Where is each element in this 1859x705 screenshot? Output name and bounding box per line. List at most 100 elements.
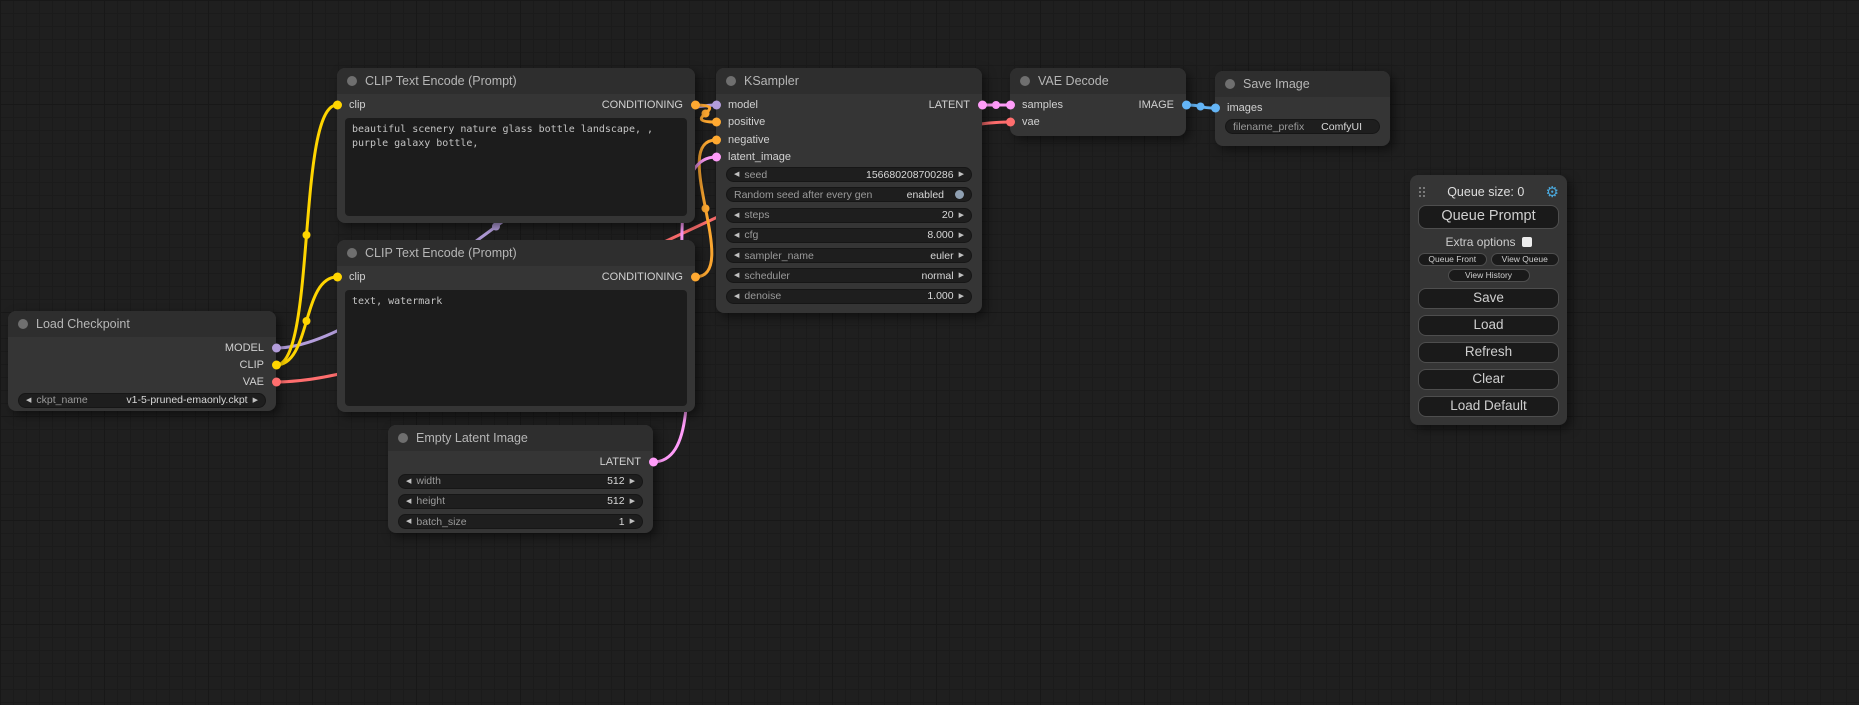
input-label-vae: vae <box>1022 116 1040 128</box>
node-vae-decode[interactable]: VAE Decode samples IMAGE vae <box>1010 68 1186 136</box>
input-slot-clip[interactable] <box>333 101 342 110</box>
cfg-widget[interactable]: ◀ cfg 8.000 ▶ <box>726 228 972 243</box>
prev-arrow-icon[interactable]: ◀ <box>734 293 739 300</box>
node-title-bar[interactable]: KSampler <box>716 68 982 94</box>
input-label-model: model <box>728 99 758 111</box>
collapse-dot-icon[interactable] <box>1225 79 1235 89</box>
collapse-dot-icon[interactable] <box>398 433 408 443</box>
filename-prefix-widget[interactable]: filename_prefix ComfyUI <box>1225 119 1380 134</box>
prev-arrow-icon[interactable]: ◀ <box>406 518 411 525</box>
seed-widget[interactable]: ◀ seed 156680208700286 ▶ <box>726 167 972 182</box>
output-slot-latent[interactable] <box>978 100 987 109</box>
widget-value: v1-5-pruned-emaonly.ckpt <box>126 394 247 406</box>
steps-widget[interactable]: ◀ steps 20 ▶ <box>726 208 972 223</box>
slot-row: VAE <box>8 374 276 391</box>
extra-options-checkbox[interactable] <box>1522 237 1532 247</box>
scheduler-widget[interactable]: ◀ scheduler normal ▶ <box>726 268 972 283</box>
prompt-textarea[interactable]: beautiful scenery nature glass bottle la… <box>345 118 687 216</box>
collapse-dot-icon[interactable] <box>726 76 736 86</box>
link-midpoint-dot <box>702 205 710 213</box>
output-slot-conditioning[interactable] <box>691 273 700 282</box>
next-arrow-icon[interactable]: ▶ <box>959 232 964 239</box>
view-queue-button[interactable]: View Queue <box>1491 253 1560 266</box>
node-empty-latent-image[interactable]: Empty Latent Image LATENT ◀ width 512 ▶ … <box>388 425 653 533</box>
toggle-knob-icon[interactable] <box>955 190 964 199</box>
collapse-dot-icon[interactable] <box>18 319 28 329</box>
next-arrow-icon[interactable]: ▶ <box>630 518 635 525</box>
prev-arrow-icon[interactable]: ◀ <box>734 252 739 259</box>
output-slot-conditioning[interactable] <box>691 101 700 110</box>
queue-prompt-button[interactable]: Queue Prompt <box>1418 205 1559 229</box>
prev-arrow-icon[interactable]: ◀ <box>406 478 411 485</box>
input-slot-images[interactable] <box>1211 103 1220 112</box>
prev-arrow-icon[interactable]: ◀ <box>734 232 739 239</box>
node-save-image[interactable]: Save Image images filename_prefix ComfyU… <box>1215 71 1390 146</box>
widget-value: 8.000 <box>927 229 953 241</box>
height-widget[interactable]: ◀ height 512 ▶ <box>398 494 643 509</box>
widget-label: cfg <box>744 229 758 241</box>
next-arrow-icon[interactable]: ▶ <box>630 498 635 505</box>
input-slot-latent-image[interactable] <box>712 153 721 162</box>
node-title-bar[interactable]: VAE Decode <box>1010 68 1186 94</box>
next-arrow-icon[interactable]: ▶ <box>959 252 964 259</box>
input-label-positive: positive <box>728 116 765 128</box>
queue-front-button[interactable]: Queue Front <box>1418 253 1487 266</box>
node-title-bar[interactable]: Save Image <box>1215 71 1390 97</box>
output-slot-clip[interactable] <box>272 361 281 370</box>
next-arrow-icon[interactable]: ▶ <box>959 272 964 279</box>
next-arrow-icon[interactable]: ▶ <box>253 397 258 404</box>
prev-arrow-icon[interactable]: ◀ <box>26 397 31 404</box>
extra-options-label: Extra options <box>1445 235 1515 249</box>
link-midpoint-dot <box>1197 103 1205 111</box>
collapse-dot-icon[interactable] <box>347 248 357 258</box>
output-slot-vae[interactable] <box>272 378 281 387</box>
load-button[interactable]: Load <box>1418 315 1559 336</box>
prev-arrow-icon[interactable]: ◀ <box>734 171 739 178</box>
output-slot-model[interactable] <box>272 344 281 353</box>
save-button[interactable]: Save <box>1418 288 1559 309</box>
next-arrow-icon[interactable]: ▶ <box>630 478 635 485</box>
menu-drag-handle-icon[interactable] <box>1418 186 1426 198</box>
next-arrow-icon[interactable]: ▶ <box>959 293 964 300</box>
widget-label: Random seed after every gen <box>734 189 872 201</box>
node-load-checkpoint[interactable]: Load Checkpoint MODEL CLIP VAE ◀ ckpt_na… <box>8 311 276 411</box>
input-slot-samples[interactable] <box>1006 100 1015 109</box>
denoise-widget[interactable]: ◀ denoise 1.000 ▶ <box>726 289 972 304</box>
node-title-bar[interactable]: Empty Latent Image <box>388 425 653 451</box>
width-widget[interactable]: ◀ width 512 ▶ <box>398 474 643 489</box>
input-slot-positive[interactable] <box>712 118 721 127</box>
output-slot-latent[interactable] <box>649 458 658 467</box>
graph-canvas[interactable]: { "colors": { "model": "#B39DDB", "clip"… <box>0 0 1859 705</box>
batch-size-widget[interactable]: ◀ batch_size 1 ▶ <box>398 514 643 529</box>
node-title: VAE Decode <box>1038 74 1109 88</box>
output-slot-image[interactable] <box>1182 100 1191 109</box>
node-clip-text-encode-positive[interactable]: CLIP Text Encode (Prompt) clip CONDITION… <box>337 68 695 223</box>
input-slot-vae[interactable] <box>1006 118 1015 127</box>
sampler-name-widget[interactable]: ◀ sampler_name euler ▶ <box>726 248 972 263</box>
node-ksampler[interactable]: KSampler model LATENT positive negative … <box>716 68 982 313</box>
prev-arrow-icon[interactable]: ◀ <box>406 498 411 505</box>
load-default-button[interactable]: Load Default <box>1418 396 1559 417</box>
node-title-bar[interactable]: CLIP Text Encode (Prompt) <box>337 240 695 266</box>
clear-button[interactable]: Clear <box>1418 369 1559 390</box>
next-arrow-icon[interactable]: ▶ <box>959 171 964 178</box>
widget-label: batch_size <box>416 516 466 528</box>
input-slot-model[interactable] <box>712 100 721 109</box>
prev-arrow-icon[interactable]: ◀ <box>734 272 739 279</box>
node-title-bar[interactable]: CLIP Text Encode (Prompt) <box>337 68 695 94</box>
ckpt-name-widget[interactable]: ◀ ckpt_name v1-5-pruned-emaonly.ckpt ▶ <box>18 393 266 408</box>
prompt-textarea[interactable]: text, watermark <box>345 290 687 406</box>
settings-gear-icon[interactable]: ⚙ <box>1546 185 1559 200</box>
prev-arrow-icon[interactable]: ◀ <box>734 212 739 219</box>
node-title-bar[interactable]: Load Checkpoint <box>8 311 276 337</box>
refresh-button[interactable]: Refresh <box>1418 342 1559 363</box>
next-arrow-icon[interactable]: ▶ <box>959 212 964 219</box>
input-slot-negative[interactable] <box>712 135 721 144</box>
collapse-dot-icon[interactable] <box>347 76 357 86</box>
node-clip-text-encode-negative[interactable]: CLIP Text Encode (Prompt) clip CONDITION… <box>337 240 695 412</box>
output-label-conditioning: CONDITIONING <box>602 99 683 111</box>
random-seed-toggle-widget[interactable]: Random seed after every gen enabled <box>726 187 972 202</box>
input-slot-clip[interactable] <box>333 273 342 282</box>
view-history-button[interactable]: View History <box>1448 269 1530 282</box>
collapse-dot-icon[interactable] <box>1020 76 1030 86</box>
